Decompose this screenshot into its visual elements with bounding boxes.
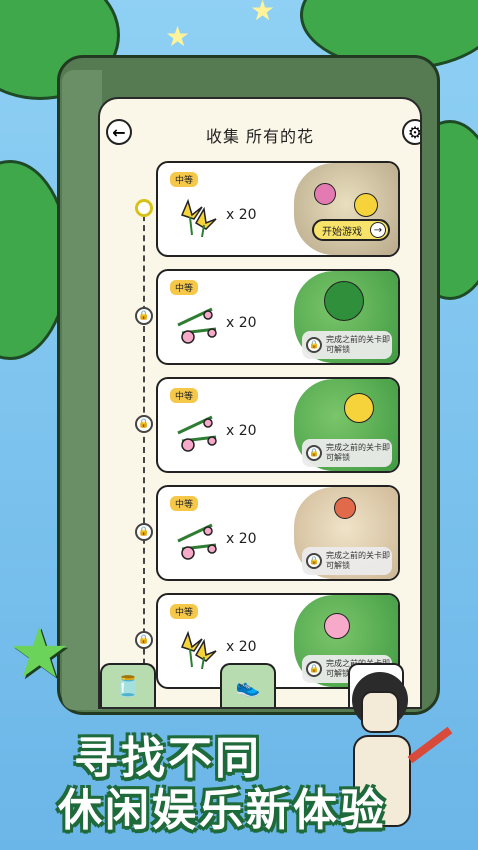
locked-text: 完成之前的关卡即可解锁	[326, 443, 390, 462]
locked-tooltip: 🔒 完成之前的关卡即可解锁	[302, 331, 392, 359]
lock-icon: 🔒	[138, 419, 150, 429]
difficulty-badge: 中等	[170, 496, 199, 511]
lock-icon: 🔒	[306, 337, 322, 353]
lock-icon: 🔒	[306, 445, 322, 461]
locked-tooltip: 🔒 完成之前的关卡即可解锁	[302, 547, 392, 575]
flower-count: x 20	[226, 639, 257, 655]
level-card[interactable]: 中等 x 20 🔒 完成之前的关卡即可解锁	[156, 269, 400, 365]
flower-count: x 20	[226, 423, 257, 439]
star-balloon-icon: ★	[8, 612, 71, 694]
lock-icon: 🔒	[138, 311, 150, 321]
start-game-label: 开始游戏	[322, 226, 362, 238]
difficulty-badge: 中等	[170, 388, 199, 403]
tab-collection[interactable]: 🫙	[100, 663, 156, 707]
star-icon: ★	[250, 0, 276, 27]
yellow-flower-icon	[180, 198, 217, 238]
gear-icon: ⚙	[407, 122, 422, 142]
level-node-current	[135, 199, 153, 217]
page-title: 收集 所有的花	[205, 127, 315, 146]
locked-tooltip: 🔒 完成之前的关卡即可解锁	[302, 439, 392, 467]
arrow-right-icon: →	[370, 222, 386, 238]
tab-items[interactable]: 👟	[220, 663, 276, 707]
difficulty-badge: 中等	[170, 604, 199, 619]
jar-icon: 🫙	[115, 674, 141, 698]
level-card[interactable]: 中等 x 20 开始游戏 →	[156, 161, 400, 257]
level-card[interactable]: 中等 x 20 🔒 完成之前的关卡即可解锁	[156, 485, 400, 581]
pink-flower-icon	[177, 523, 217, 560]
pink-flower-icon	[177, 307, 217, 344]
difficulty-badge: 中等	[170, 280, 199, 295]
lock-icon: 🔒	[306, 553, 322, 569]
level-node-locked: 🔒	[135, 631, 153, 649]
level-node-locked: 🔒	[135, 307, 153, 325]
flower-count: x 20	[226, 207, 257, 223]
level-path	[143, 205, 145, 705]
locked-text: 完成之前的关卡即可解锁	[326, 335, 390, 354]
slogan-line-2: 休闲娱乐新体验	[58, 785, 387, 836]
pink-flower-icon	[177, 415, 217, 452]
lock-icon: 🔒	[138, 527, 150, 537]
flower-count: x 20	[226, 315, 257, 331]
shoe-icon: 👟	[235, 674, 261, 698]
top-bar: ← 收集 所有的花 ⚙	[100, 99, 420, 163]
level-node-locked: 🔒	[135, 523, 153, 541]
difficulty-badge: 中等	[170, 172, 199, 187]
start-game-button[interactable]: 开始游戏 →	[312, 219, 390, 241]
star-icon: ★	[165, 20, 191, 53]
level-node-locked: 🔒	[135, 415, 153, 433]
lock-icon: 🔒	[138, 635, 150, 645]
locked-text: 完成之前的关卡即可解锁	[326, 551, 390, 570]
settings-button[interactable]: ⚙	[402, 119, 422, 145]
level-scene-thumbnail	[294, 163, 398, 255]
flower-count: x 20	[226, 531, 257, 547]
level-card[interactable]: 中等 x 20 🔒 完成之前的关卡即可解锁	[156, 377, 400, 473]
level-select-screen: ← 收集 所有的花 ⚙ 中等 x 20 开始游戏 → 🔒 中等 x 20 🔒 完…	[98, 97, 422, 709]
